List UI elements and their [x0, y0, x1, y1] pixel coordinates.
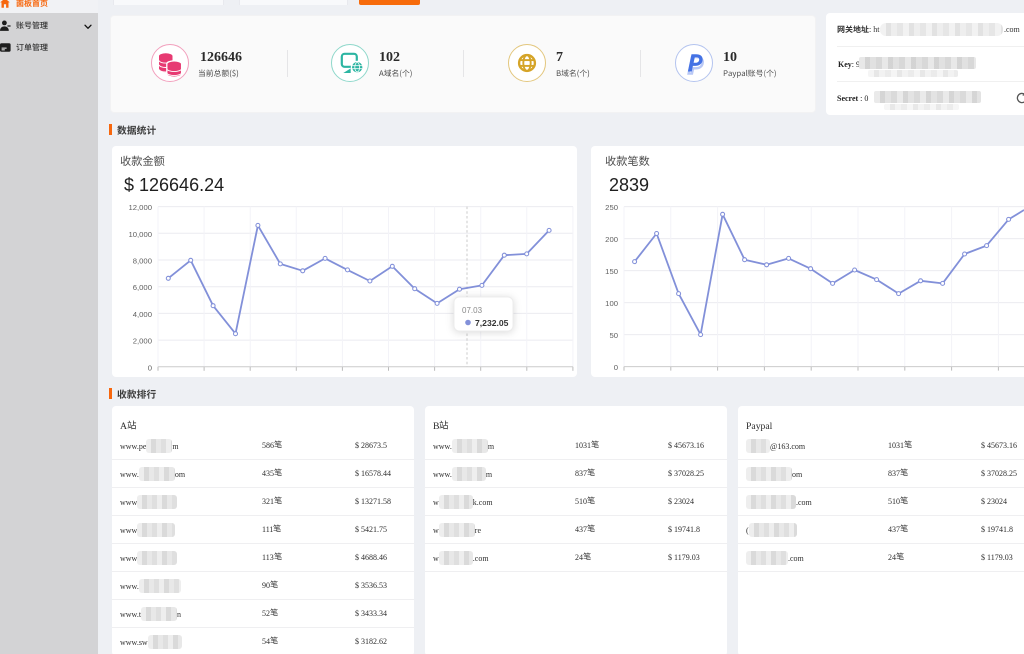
svg-text:50: 50: [609, 331, 618, 340]
svg-text:200: 200: [605, 235, 618, 244]
svg-text:0: 0: [614, 363, 618, 372]
svg-text:12,000: 12,000: [128, 203, 152, 212]
svg-text:6,000: 6,000: [133, 283, 152, 292]
svg-text:10,000: 10,000: [128, 230, 152, 239]
svg-text:100: 100: [605, 299, 618, 308]
svg-text:2,000: 2,000: [133, 337, 152, 346]
svg-text:07.03: 07.03: [462, 306, 483, 315]
svg-text:150: 150: [605, 267, 618, 276]
svg-text:0: 0: [148, 363, 152, 372]
svg-text:250: 250: [605, 203, 618, 212]
svg-text:4,000: 4,000: [133, 310, 152, 319]
svg-text:7,232.05: 7,232.05: [475, 318, 509, 328]
svg-text:8,000: 8,000: [133, 257, 152, 266]
